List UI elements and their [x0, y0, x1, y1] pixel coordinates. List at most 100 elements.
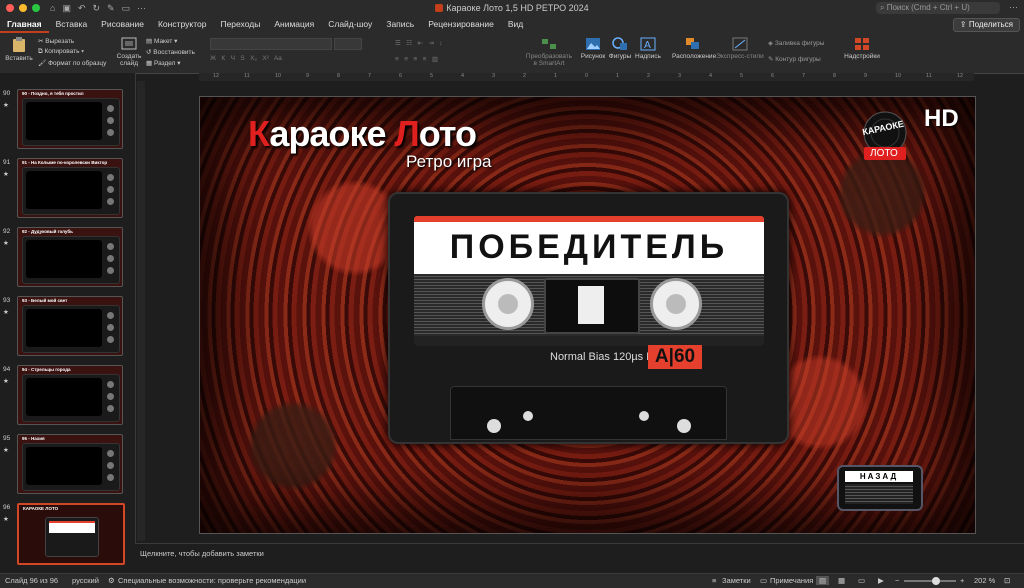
slide-thumbnail[interactable]: 93 - Белый мой свет: [17, 296, 123, 356]
search-box[interactable]: ⌕ Поиск (Cmd + Ctrl + U): [876, 2, 1000, 14]
share-label: Поделиться: [968, 20, 1013, 29]
notes-placeholder: Щелкните, чтобы добавить заметки: [140, 549, 264, 558]
slide-thumbnail-row[interactable]: 93 ★ 93 - Белый мой свет: [0, 296, 135, 360]
ruler-tick-label: 7: [368, 73, 372, 79]
cut-button[interactable]: ✂ Вырезать: [38, 37, 74, 45]
current-slide[interactable]: Караоке Лото Ретро игра КАРАОКЕ ЛОТО HD …: [199, 96, 976, 534]
textbox-button[interactable]: A Надпись: [634, 37, 662, 60]
slide-thumbnail[interactable]: 92 - Дудуковый голубь: [17, 227, 123, 287]
format-painter-label: Формат по образцу: [48, 60, 107, 67]
paste-label: Вставить: [5, 55, 33, 62]
cassette-graphic[interactable]: ПОБЕДИТЕЛЬ Normal Bias 120µs EQ A|60: [388, 192, 789, 444]
zoom-window-button[interactable]: [32, 4, 40, 12]
tab-4[interactable]: Переходы: [213, 16, 267, 33]
screw-hole-icon: [677, 419, 691, 433]
section-button[interactable]: ▦ Раздел ▾: [146, 59, 181, 67]
ruler-tick-label: 3: [678, 73, 682, 79]
more-options-icon[interactable]: ···: [1009, 2, 1018, 12]
close-window-button[interactable]: [6, 4, 14, 12]
shapes-label: Фигуры: [608, 53, 632, 60]
font-format-controls[interactable]: Ж К Ч S X₂ X² Aa: [210, 55, 282, 62]
fit-slide-button[interactable]: ⊡: [1004, 576, 1010, 585]
zoom-out-button[interactable]: −: [895, 576, 899, 585]
ruler-tick-label: 12: [957, 73, 964, 79]
home-icon[interactable]: ⌂: [50, 3, 55, 14]
slide-thumbnail-row[interactable]: 90 ★ 90 - Поздно, я тебя простил: [0, 89, 135, 153]
tv-screen: [26, 240, 102, 278]
shapes-button[interactable]: Фигуры: [607, 37, 633, 60]
new-slide-button[interactable]: Создать слайд: [114, 37, 144, 67]
paragraph-controls[interactable]: ☰ ☷ ⇤ ⇥ ↕: [395, 39, 442, 47]
slide-thumbnail[interactable]: КАРАОКЕ ЛОТО: [17, 503, 125, 565]
slide-thumbnail[interactable]: 95 - Нахия: [17, 434, 123, 494]
zoom-slider-thumb[interactable]: [932, 577, 941, 585]
font-size-box[interactable]: [334, 38, 362, 50]
slide-thumbnail-row[interactable]: 91 ★ 91 - На Колыме по-королевски Виктор: [0, 158, 135, 222]
save-icon[interactable]: ▣: [62, 3, 71, 14]
zoom-level[interactable]: 202 %: [974, 576, 995, 585]
slide-sorter-button[interactable]: ▦: [838, 576, 845, 585]
back-button[interactable]: НАЗАД: [837, 465, 923, 511]
slide-thumbnail-row[interactable]: 96 ★ КАРАОКЕ ЛОТО: [0, 503, 135, 567]
normal-view-button[interactable]: ▤: [816, 576, 830, 585]
copy-button[interactable]: ⧉ Копировать ▾: [38, 48, 84, 56]
reading-view-button[interactable]: ▭: [858, 576, 865, 585]
zoom-in-button[interactable]: +: [960, 576, 964, 585]
tab-6[interactable]: Слайд-шоу: [321, 16, 379, 33]
format-painter-button[interactable]: 🖌 Формат по образцу: [38, 59, 106, 67]
accessibility-status[interactable]: Специальные возможности: проверьте реком…: [118, 576, 306, 585]
language-indicator[interactable]: русский: [72, 576, 99, 585]
powerpoint-icon: [435, 4, 444, 12]
slide-number: 90: [3, 90, 11, 97]
tab-2[interactable]: Рисование: [94, 16, 151, 33]
slide-thumbnail[interactable]: 90 - Поздно, я тебя простил: [17, 89, 123, 149]
reset-button[interactable]: ↺ Восстановить: [146, 48, 195, 56]
tab-5[interactable]: Анимация: [267, 16, 321, 33]
slide-thumbnail-row[interactable]: 94 ★ 94 - Стрельцы города: [0, 365, 135, 429]
shape-outline-button[interactable]: ✎ Контур фигуры: [768, 55, 821, 63]
tab-8[interactable]: Рецензирование: [421, 16, 501, 33]
slide-thumbnail-row[interactable]: 95 ★ 95 - Нахия: [0, 434, 135, 498]
comments-toggle[interactable]: Примечания: [770, 576, 813, 585]
redo-icon[interactable]: ↻: [93, 3, 101, 14]
animation-star-icon: ★: [3, 102, 9, 109]
picture-button[interactable]: Рисунок: [580, 37, 606, 60]
more-icon[interactable]: ···: [137, 3, 146, 14]
slide-thumbnails-pane[interactable]: 90 ★ 90 - Поздно, я тебя простил 91 ★ 91 - На…: [0, 73, 136, 565]
ruler-tick-label: 10: [275, 73, 282, 79]
present-icon[interactable]: ▭: [122, 3, 131, 14]
slide-title[interactable]: Караоке Лото: [248, 113, 477, 155]
hd-badge[interactable]: HD: [924, 105, 959, 133]
ruler-tick-label: 12: [213, 73, 220, 79]
minimize-window-button[interactable]: [19, 4, 27, 12]
slide-thumbnail-row[interactable]: 92 ★ 92 - Дудуковый голубь: [0, 227, 135, 291]
addins-button[interactable]: Надстройки: [842, 37, 882, 60]
smartart-button[interactable]: Преобразовать в SmartArt: [525, 37, 573, 67]
karaoke-loto-logo[interactable]: КАРАОКЕ ЛОТО: [858, 111, 912, 161]
layout-button[interactable]: ▤ Макет ▾: [146, 37, 177, 45]
slideshow-button[interactable]: ▶: [878, 576, 884, 585]
paste-button[interactable]: Вставить: [5, 37, 33, 62]
slide-thumbnail[interactable]: 91 - На Колыме по-королевски Виктор: [17, 158, 123, 218]
zoom-slider[interactable]: [904, 577, 956, 585]
tab-7[interactable]: Запись: [379, 16, 421, 33]
quick-styles-button[interactable]: Экспресс-стили: [716, 37, 764, 60]
font-name-box[interactable]: [210, 38, 332, 50]
tv-knob-icon: [107, 405, 114, 412]
notes-pane[interactable]: Щелкните, чтобы добавить заметки: [135, 543, 1024, 574]
edit-icon[interactable]: ✎: [107, 3, 115, 14]
tab-0[interactable]: Главная: [0, 16, 49, 33]
notes-toggle[interactable]: Заметки: [722, 576, 751, 585]
ruler-tick-label: 1: [554, 73, 558, 79]
slide-subtitle[interactable]: Ретро игра: [406, 152, 492, 172]
tab-1[interactable]: Вставка: [49, 16, 95, 33]
undo-icon[interactable]: ↶: [78, 3, 86, 14]
alignment-controls[interactable]: ≡ ≡ ≡ ≡ ▥: [395, 55, 438, 63]
share-button[interactable]: ⇪ Поделиться: [952, 18, 1020, 32]
shape-fill-button[interactable]: ◈ Заливка фигуры: [768, 39, 824, 47]
arrange-button[interactable]: Расположение: [672, 37, 716, 60]
tab-3[interactable]: Конструктор: [151, 16, 213, 33]
tv-knob-icon: [107, 450, 114, 457]
tab-9[interactable]: Вид: [501, 16, 530, 33]
slide-thumbnail[interactable]: 94 - Стрельцы города: [17, 365, 123, 425]
